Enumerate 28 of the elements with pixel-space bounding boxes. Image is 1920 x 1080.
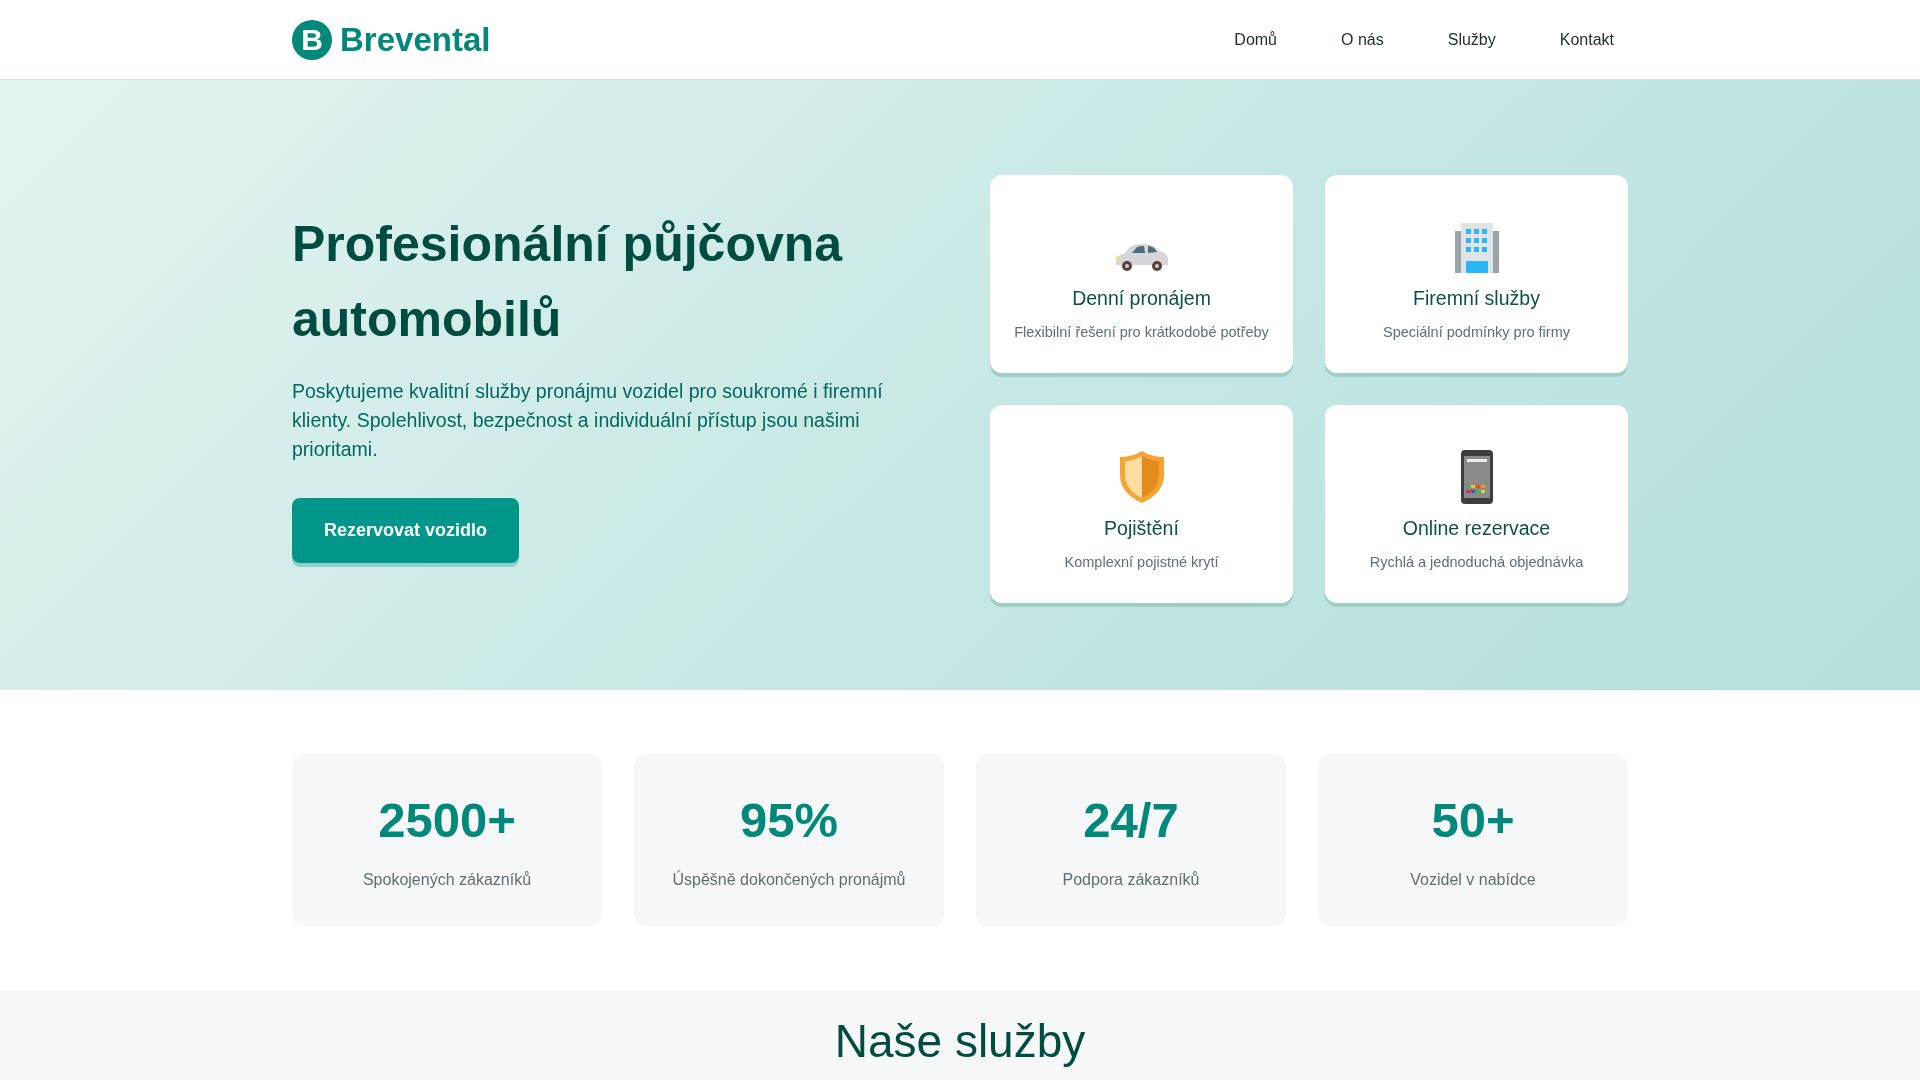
stat-label: Úspěšně dokončených pronájmů (671, 869, 907, 890)
reserve-button[interactable]: Rezervovat vozidlo (292, 498, 520, 564)
nav-link[interactable]: Služby (1447, 19, 1496, 60)
stat-label: Podpora zákazníků (1061, 869, 1201, 890)
stat-value: 50+ (1430, 794, 1516, 848)
logo-mark[interactable]: B (292, 19, 332, 60)
stat-value: 95% (738, 794, 840, 848)
stat-value: 24/7 (1082, 794, 1180, 848)
section-heading: Naše služby (834, 1013, 1086, 1069)
stat-value: 2500+ (377, 794, 517, 848)
feature-description: Flexibilní řešení pro krátkodobé potřeby (1013, 323, 1270, 342)
stat-label: Vozidel v nabídce (1409, 869, 1537, 890)
hero-description: Poskytujeme kvalitní služby pronájmu vozidel pro soukromé i firemní klienty. Spolehlivost, bezpečnost a individuální přístup jsou našimi prioritami. (292, 378, 884, 463)
feature-title: Online rezervace (1401, 517, 1552, 541)
smartphone-icon (1459, 449, 1494, 505)
feature-title: Pojištění (1103, 517, 1180, 541)
feature-title: Denní pronájem (1071, 286, 1212, 310)
feature-description: Speciální podmínky pro firmy (1382, 323, 1571, 342)
shield-icon (1117, 449, 1166, 505)
nav-link[interactable]: Domů (1234, 19, 1277, 60)
feature-description: Rychlá a jednoduchá objednávka (1368, 553, 1585, 573)
hero-title: Profesionální půjčovna automobilů (292, 214, 844, 349)
nav-link[interactable]: Kontakt (1559, 19, 1614, 60)
nav-link[interactable]: O nás (1341, 19, 1384, 60)
feature-title: Firemní služby (1412, 286, 1541, 310)
stat-label: Spokojených zákazníků (361, 869, 533, 890)
brand-name[interactable]: Brevental (340, 14, 491, 65)
feature-description: Komplexní pojistné krytí (1063, 553, 1220, 573)
